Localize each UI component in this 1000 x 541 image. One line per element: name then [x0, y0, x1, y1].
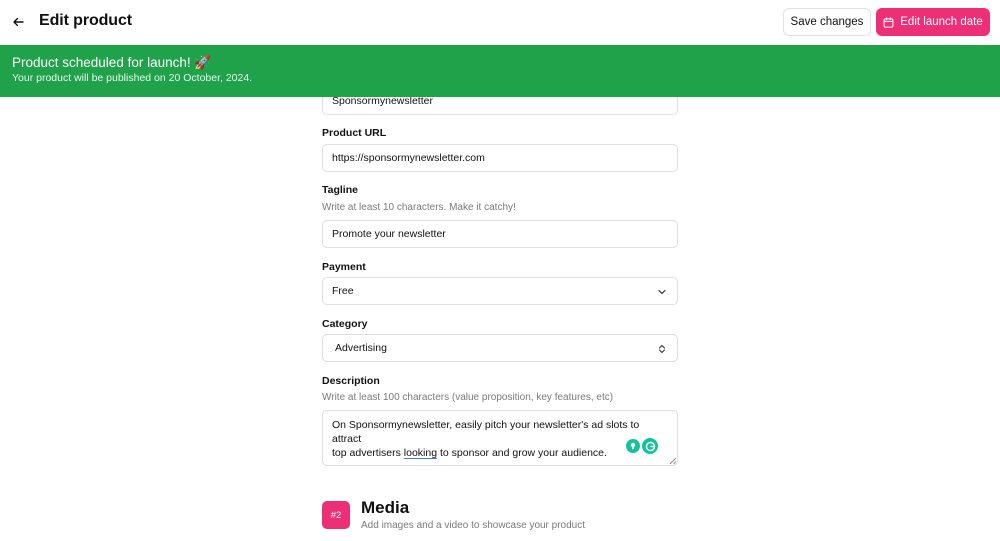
description-label: Description — [322, 375, 380, 387]
category-label: Category — [322, 318, 368, 330]
chevron-up-down-icon — [658, 344, 666, 354]
calendar-icon — [883, 16, 894, 28]
banner-subtitle: Your product will be published on 20 Oct… — [12, 72, 253, 84]
media-section-subtitle: Add images and a video to showcase your … — [361, 520, 586, 531]
description-line-2: top advertisers looking to sponsor and g… — [332, 446, 668, 460]
launch-scheduled-banner: Product scheduled for launch! 🚀 Your pro… — [0, 45, 1000, 97]
top-header: Edit product Save changes Edit launch da… — [0, 0, 1000, 45]
arrow-left-icon — [13, 17, 24, 27]
payment-label: Payment — [322, 261, 366, 273]
bulb-icon — [630, 442, 636, 450]
tagline-value: Promote your newsletter — [332, 228, 446, 240]
grammarly-suggestion-icon[interactable] — [626, 439, 640, 453]
section-number-badge: #2 — [322, 501, 350, 529]
payment-value: Free — [332, 285, 354, 297]
product-url-input[interactable]: https://sponsormynewsletter.com — [322, 144, 678, 172]
chevron-down-icon — [658, 289, 666, 295]
description-text-b: to sponsor and grow your audience. — [437, 447, 607, 459]
category-select[interactable]: Advertising — [322, 334, 678, 362]
save-changes-button[interactable]: Save changes — [783, 8, 871, 36]
resize-handle-icon[interactable] — [669, 457, 677, 465]
category-value: Advertising — [335, 342, 387, 354]
product-url-value: https://sponsormynewsletter.com — [332, 152, 485, 164]
page-title: Edit product — [39, 12, 133, 29]
description-hint: Write at least 100 characters (value pro… — [322, 392, 614, 403]
description-line-1: On Sponsormynewsletter, easily pitch you… — [332, 419, 640, 445]
media-section-title: Media — [361, 498, 410, 517]
payment-select[interactable]: Free — [322, 277, 678, 305]
product-url-label: Product URL — [322, 127, 387, 139]
edit-product-page: Edit product Save changes Edit launch da… — [0, 0, 1000, 541]
edit-launch-date-button[interactable]: Edit launch date — [876, 8, 990, 36]
spelling-suggestion[interactable]: looking — [404, 447, 437, 459]
description-text-a: top advertisers — [332, 447, 404, 459]
tagline-label: Tagline — [322, 184, 358, 196]
grammarly-g-icon — [645, 441, 655, 451]
back-button[interactable] — [8, 12, 28, 32]
tagline-hint: Write at least 10 characters. Make it ca… — [322, 202, 516, 213]
tagline-input[interactable]: Promote your newsletter — [322, 220, 678, 248]
edit-launch-date-label: Edit launch date — [900, 16, 983, 28]
banner-title: Product scheduled for launch! 🚀 — [12, 55, 212, 70]
description-textarea[interactable]: On Sponsormynewsletter, easily pitch you… — [322, 410, 678, 466]
grammarly-icon[interactable] — [642, 438, 658, 454]
